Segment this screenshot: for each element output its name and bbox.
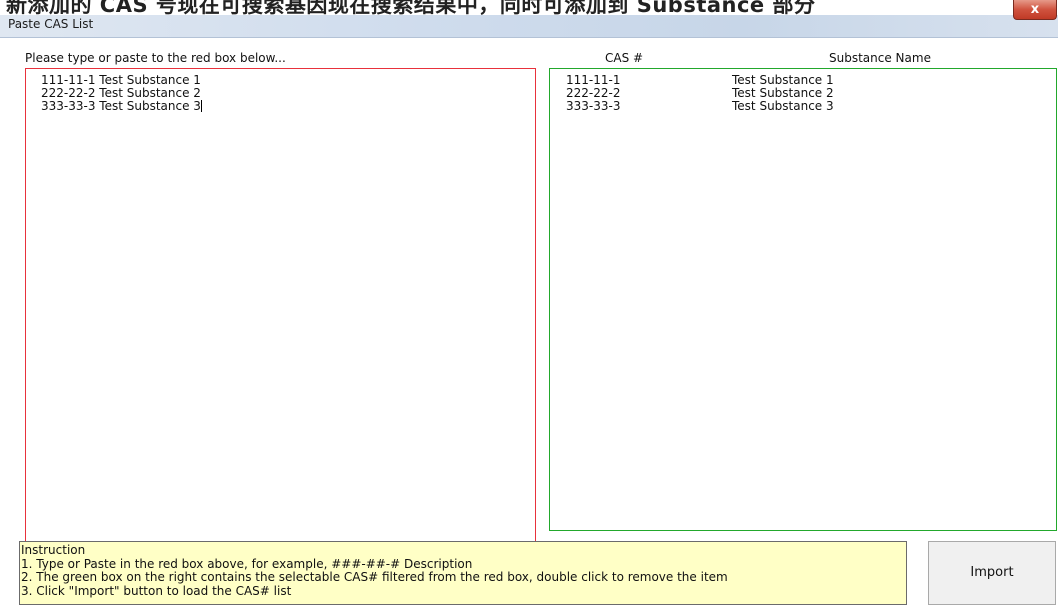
dialog-title: Paste CAS List [8, 17, 94, 31]
close-icon: x [1030, 2, 1040, 17]
paste-textbox[interactable]: 111-11-1 Test Substance 1 222-22-2 Test … [25, 68, 536, 551]
substance-name-column-header: Substance Name [829, 51, 931, 65]
instruction-line: 2. The green box on the right contains t… [21, 570, 728, 584]
instruction-title: Instruction [21, 543, 86, 557]
cas-column-header: CAS # [605, 51, 644, 65]
import-button-label: Import [970, 565, 1014, 580]
paste-textbox-content: 111-11-1 Test Substance 1 222-22-2 Test … [41, 74, 202, 113]
text-caret [200, 100, 202, 112]
import-button[interactable]: Import [928, 541, 1056, 605]
dialog-titlebar[interactable] [0, 15, 1058, 38]
instruction-panel: Instruction 1. Type or Paste in the red … [19, 541, 907, 605]
close-button[interactable]: x [1013, 0, 1057, 20]
paste-line-text: 333-33-3 Test Substance 3 [41, 99, 201, 113]
instruction-line: 1. Type or Paste in the red box above, f… [21, 556, 473, 571]
paste-line: 333-33-3 Test Substance 3 [41, 100, 202, 113]
paste-instruction-label: Please type or paste to the red box belo… [25, 51, 286, 65]
banner-text: 新添加的 CAS 号现在可搜索基因现在搜索结果中，同时可添加到 Substanc… [6, 0, 816, 15]
cas-result-list[interactable]: 111-11-1 Test Substance 1 222-22-2 Test … [549, 68, 1057, 531]
list-item-name: Test Substance 3 [732, 99, 834, 113]
list-item-cas: 333-33-3 [566, 99, 621, 113]
background-page-banner: 新添加的 CAS 号现在可搜索基因现在搜索结果中，同时可添加到 Substanc… [0, 0, 1058, 15]
instruction-line: 3. Click "Import" button to load the CAS… [21, 583, 292, 598]
